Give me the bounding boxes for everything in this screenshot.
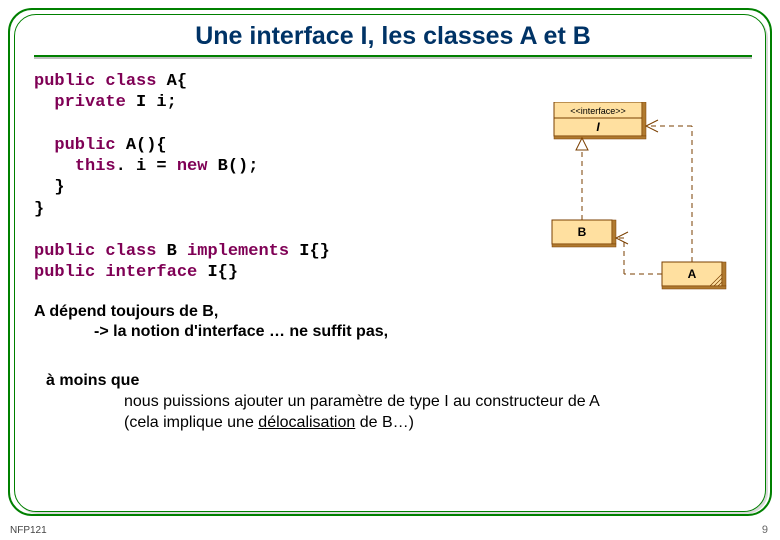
kw-public: public: [34, 72, 95, 91]
kw-interface: interface: [105, 263, 197, 282]
uml-label-a: A: [688, 267, 697, 281]
arrowhead-icon: [576, 138, 588, 150]
p2-line3-suffix: de B…): [355, 414, 414, 431]
footer-page-number: 9: [762, 524, 768, 536]
uml-label-b: B: [578, 225, 587, 239]
p2-line1: à moins que: [46, 372, 139, 389]
kw-class: class: [105, 72, 156, 91]
kw-public: public: [34, 242, 95, 261]
uml-diagram: <<interface>> I B A: [514, 102, 734, 312]
title-underline: [34, 55, 752, 57]
kw-private: private: [54, 93, 125, 112]
p2-line3-underlined: délocalisation: [258, 414, 355, 431]
p1-line1: A dépend toujours de B,: [34, 303, 218, 320]
kw-public: public: [34, 263, 95, 282]
uml-stereotype: <<interface>>: [570, 106, 626, 116]
p1-line2: -> la notion d'interface … ne suffit pas…: [34, 322, 752, 343]
kw-implements: implements: [187, 242, 289, 261]
kw-this: this: [75, 157, 116, 176]
kw-public: public: [54, 136, 115, 155]
kw-new: new: [177, 157, 208, 176]
paragraph-2: à moins que nous puissions ajouter un pa…: [34, 371, 752, 433]
p2-line3-prefix: (cela implique une: [124, 414, 258, 431]
slide-title: Une interface I, les classes A et B: [34, 22, 752, 51]
p2-line2: nous puissions ajouter un paramètre de t…: [124, 393, 600, 410]
slide-content: Une interface I, les classes A et B publ…: [34, 22, 752, 498]
footer-course-code: NFP121: [10, 525, 47, 536]
kw-class: class: [105, 242, 156, 261]
